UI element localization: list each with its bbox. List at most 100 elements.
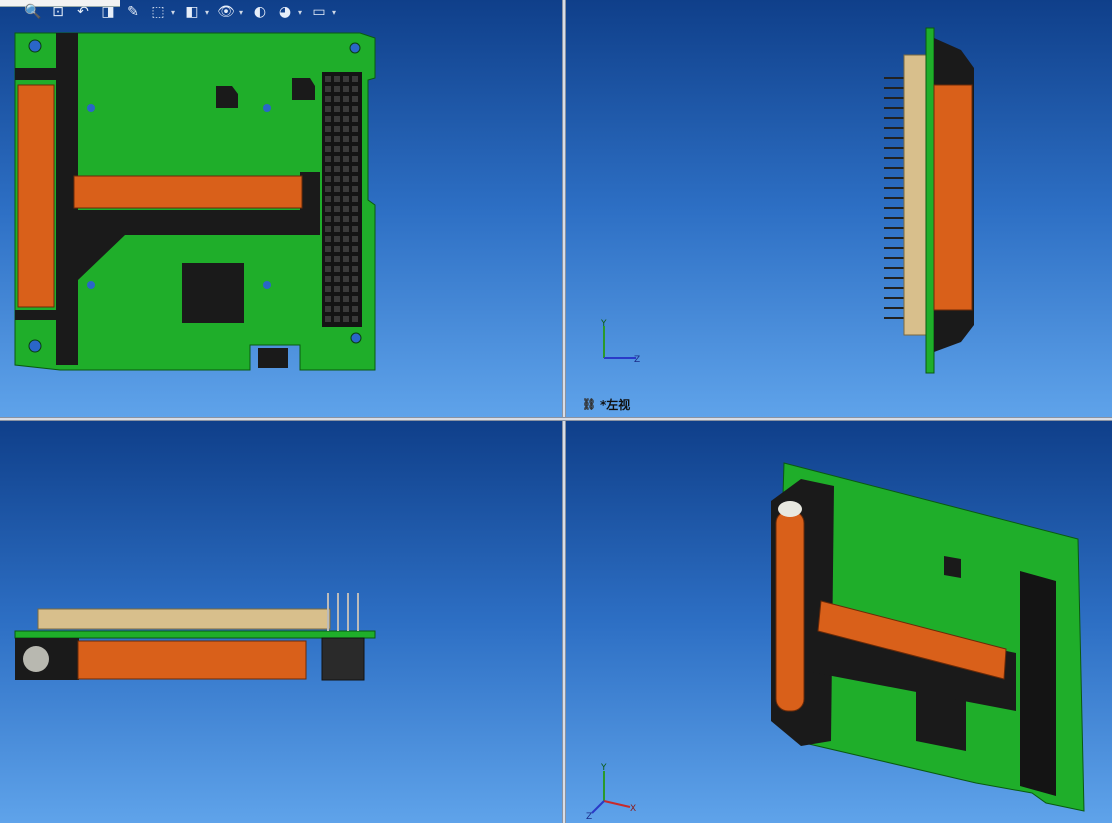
header-pin xyxy=(352,306,358,312)
header-pin xyxy=(325,186,331,192)
view-name: *左视 xyxy=(599,398,631,412)
header-pin xyxy=(343,126,349,132)
header-pin xyxy=(343,276,349,282)
header-pin xyxy=(352,156,358,162)
header-pin xyxy=(352,86,358,92)
header-pin xyxy=(325,226,331,232)
header-pin xyxy=(325,106,331,112)
viewport-isometric[interactable]: Y X Z xyxy=(566,421,1112,823)
header-pin xyxy=(352,316,358,322)
header-pin xyxy=(325,306,331,312)
link-icon: ⛓ xyxy=(582,398,596,411)
header-pin xyxy=(343,136,349,142)
header-pin xyxy=(352,136,358,142)
header-pin xyxy=(334,306,340,312)
header-pin xyxy=(343,286,349,292)
header-pin xyxy=(334,186,340,192)
header-pin xyxy=(334,256,340,262)
pcb-top-model xyxy=(14,593,376,681)
header-pin xyxy=(343,316,349,322)
header-pin xyxy=(325,86,331,92)
header-pin xyxy=(343,246,349,252)
header-pin xyxy=(325,276,331,282)
header-pin xyxy=(343,196,349,202)
header-pin xyxy=(343,86,349,92)
header-pin xyxy=(325,76,331,82)
header-pin xyxy=(352,216,358,222)
header-pin xyxy=(325,216,331,222)
header-pin xyxy=(325,116,331,122)
header-pin xyxy=(334,146,340,152)
header-pin xyxy=(325,316,331,322)
header-pin xyxy=(325,126,331,132)
header-pin xyxy=(352,116,358,122)
header-pin xyxy=(352,176,358,182)
viewport-top[interactable] xyxy=(0,421,562,823)
header-pin xyxy=(343,146,349,152)
header-pin xyxy=(352,296,358,302)
header-pin xyxy=(352,256,358,262)
header-pin xyxy=(343,106,349,112)
header-pin xyxy=(325,206,331,212)
triad-y-label: Y xyxy=(600,319,607,329)
header-pin xyxy=(334,276,340,282)
header-pin xyxy=(334,286,340,292)
header-pin xyxy=(352,266,358,272)
coordinate-triad: Y Z xyxy=(596,318,676,372)
header-pin xyxy=(343,156,349,162)
header-pin xyxy=(334,296,340,302)
header-pin xyxy=(343,266,349,272)
header-pin xyxy=(352,96,358,102)
header-pin xyxy=(325,156,331,162)
header-pin xyxy=(352,226,358,232)
header-pin xyxy=(343,76,349,82)
triad-y-label: Y xyxy=(600,763,607,773)
header-pin xyxy=(352,236,358,242)
header-pin xyxy=(325,146,331,152)
header-pin xyxy=(334,206,340,212)
header-pin xyxy=(325,96,331,102)
coordinate-triad-iso: Y X Z xyxy=(586,761,666,823)
header-pin xyxy=(334,86,340,92)
header-pin xyxy=(343,96,349,102)
header-pin xyxy=(343,166,349,172)
viewport-front[interactable]: 🔍⊡↶◨✎⬚◧👁◐◕▭ xyxy=(0,0,562,417)
header-pin xyxy=(343,306,349,312)
viewport-left[interactable]: Y Z ⛓ *左视 xyxy=(566,0,1112,417)
header-pin xyxy=(352,276,358,282)
pcb-front-model xyxy=(14,32,376,371)
header-pin xyxy=(343,186,349,192)
header-pin xyxy=(334,266,340,272)
header-pin xyxy=(343,256,349,262)
header-pin xyxy=(334,116,340,122)
header-pin xyxy=(334,106,340,112)
view-name-label: ⛓ *左视 xyxy=(582,396,630,413)
header-pin xyxy=(325,176,331,182)
header-pin xyxy=(325,136,331,142)
header-pin xyxy=(334,216,340,222)
header-pin xyxy=(334,236,340,242)
header-pin xyxy=(334,226,340,232)
triad-z-label: Z xyxy=(586,812,592,821)
header-pin xyxy=(325,256,331,262)
header-pin xyxy=(325,266,331,272)
header-pin xyxy=(352,206,358,212)
header-pin xyxy=(343,216,349,222)
header-pin xyxy=(334,196,340,202)
header-pin xyxy=(352,106,358,112)
header-pin xyxy=(343,226,349,232)
header-pin xyxy=(343,176,349,182)
header-pin xyxy=(334,316,340,322)
header-pin xyxy=(343,296,349,302)
header-pin xyxy=(334,76,340,82)
header-pin xyxy=(352,246,358,252)
header-pin xyxy=(325,236,331,242)
header-pin xyxy=(334,166,340,172)
header-pin xyxy=(325,296,331,302)
header-pin xyxy=(334,156,340,162)
header-pin xyxy=(325,286,331,292)
header-pin xyxy=(325,196,331,202)
header-pin xyxy=(352,186,358,192)
header-pin xyxy=(352,126,358,132)
header-pin xyxy=(334,126,340,132)
